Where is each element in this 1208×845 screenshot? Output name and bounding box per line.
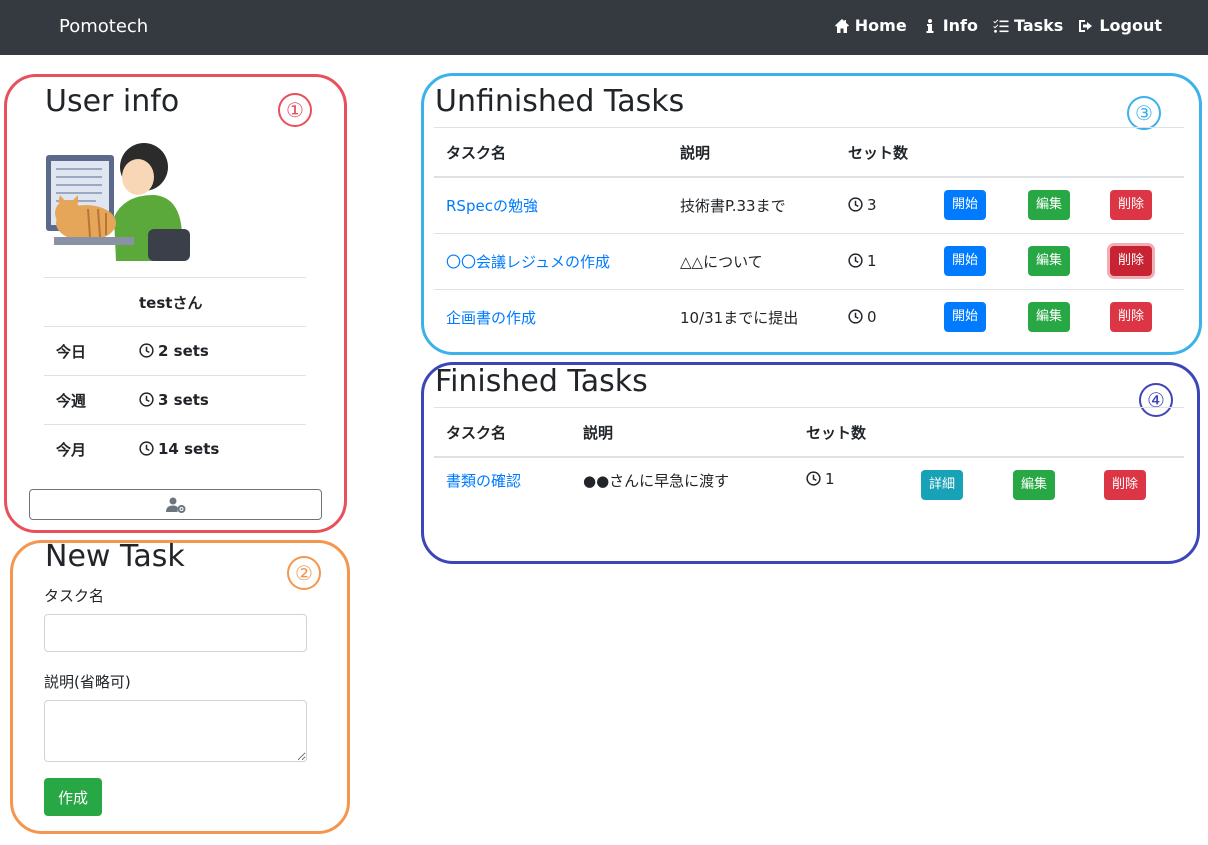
table-header-row: タスク名 説明 セット数 [434, 128, 1184, 178]
task-name-input[interactable] [44, 614, 307, 652]
task-name-label: タスク名 [44, 587, 105, 605]
username-row: testさん [44, 277, 306, 327]
clock-icon [848, 253, 863, 268]
table-row: 書類の確認 ●●さんに早急に渡す 1 詳細 編集 削除 [434, 457, 1184, 511]
delete-button[interactable]: 削除 [1110, 302, 1153, 333]
finished-tasks-title: Finished Tasks [435, 364, 648, 399]
stats-label-today: 今日 [44, 326, 139, 376]
task-link[interactable]: 企画書の作成 [446, 309, 536, 327]
nav-links: Home Info Tasks Logout [834, 16, 1162, 35]
table-row: 企画書の作成 10/31までに提出 0 開始 編集 削除 [434, 288, 1184, 345]
user-settings-button[interactable] [29, 489, 322, 520]
task-link[interactable]: RSpecの勉強 [446, 197, 538, 215]
column-header-name: タスク名 [434, 128, 668, 178]
start-button[interactable]: 開始 [944, 190, 987, 221]
user-info-title: User info [45, 84, 180, 119]
edit-button[interactable]: 編集 [1028, 246, 1071, 276]
username: testさん [139, 277, 306, 327]
detail-button[interactable]: 詳細 [921, 470, 964, 500]
column-header-desc: 説明 [571, 408, 794, 458]
stats-row-today: 今日 2 sets [44, 326, 306, 376]
create-task-button[interactable]: 作成 [44, 778, 102, 816]
start-button[interactable]: 開始 [944, 302, 987, 333]
task-sets: 1 [825, 470, 835, 488]
task-sets: 1 [867, 252, 877, 270]
table-header-row: タスク名 説明 セット数 [434, 408, 1184, 458]
task-desc-textarea[interactable] [44, 700, 307, 762]
clock-icon [806, 471, 821, 486]
nav-tasks-label: Tasks [1013, 16, 1064, 35]
logout-icon [1079, 19, 1093, 32]
task-desc: △△について [668, 232, 836, 289]
unfinished-tasks-table: タスク名 説明 セット数 RSpecの勉強 技術書P.33まで 3 開始 編集 … [434, 128, 1184, 345]
brand-logo[interactable]: Pomotech [59, 16, 148, 37]
stats-value-week: 3 sets [158, 391, 209, 409]
home-icon [834, 18, 849, 33]
nav-home[interactable]: Home [834, 16, 907, 35]
info-icon [926, 18, 934, 33]
clock-icon [139, 343, 154, 358]
task-desc: 技術書P.33まで [680, 196, 786, 215]
edit-button[interactable]: 編集 [1013, 470, 1056, 500]
nav-tasks[interactable]: Tasks [993, 16, 1063, 35]
table-row: RSpecの勉強 技術書P.33まで 3 開始 編集 削除 [434, 177, 1184, 233]
annotation-marker-3: ③ [1127, 96, 1161, 130]
task-sets: 0 [867, 308, 877, 327]
edit-button[interactable]: 編集 [1028, 190, 1071, 221]
stats-value-today: 2 sets [158, 342, 209, 360]
stats-value-month: 14 sets [158, 440, 220, 459]
nav-home-label: Home [854, 16, 907, 35]
navbar: Pomotech Home Info Tasks Logout [0, 0, 1208, 55]
task-link[interactable]: 書類の確認 [446, 472, 521, 490]
task-desc-label: 説明(省略可) [44, 673, 131, 691]
unfinished-tasks-title: Unfinished Tasks [435, 84, 685, 119]
nav-logout-label: Logout [1099, 16, 1162, 35]
clock-icon [139, 441, 154, 456]
nav-logout[interactable]: Logout [1078, 16, 1162, 35]
nav-info[interactable]: Info [922, 16, 978, 35]
task-desc: ●●さんに早急に渡す [583, 472, 730, 490]
column-header-sets: セット数 [794, 408, 909, 458]
delete-button[interactable]: 削除 [1110, 190, 1153, 221]
column-header-name: タスク名 [434, 408, 571, 458]
stats-row-month: 今月 14 sets [44, 424, 306, 474]
user-stats-table: testさん 今日 2 sets 今週 3 sets 今月 14 sets [44, 277, 306, 474]
column-header-sets: セット数 [836, 128, 932, 178]
start-button[interactable]: 開始 [944, 246, 987, 276]
avatar [46, 143, 190, 261]
finished-tasks-table: タスク名 説明 セット数 書類の確認 ●●さんに早急に渡す 1 詳細 編集 削除 [434, 408, 1184, 511]
edit-button[interactable]: 編集 [1028, 302, 1071, 333]
task-link[interactable]: 〇〇会議レジュメの作成 [446, 253, 610, 271]
clock-icon [139, 392, 154, 407]
user-cog-icon [165, 497, 185, 513]
nav-info-label: Info [942, 16, 978, 35]
tasks-icon [993, 19, 1009, 33]
new-task-title: New Task [45, 539, 185, 574]
annotation-marker-1: ① [278, 93, 312, 127]
stats-label-week: 今週 [44, 375, 139, 425]
clock-icon [848, 197, 863, 212]
stats-row-week: 今週 3 sets [44, 375, 306, 425]
annotation-marker-2: ② [287, 556, 321, 590]
table-row: 〇〇会議レジュメの作成 △△について 1 開始 編集 削除 [434, 232, 1184, 289]
task-desc: 10/31までに提出 [668, 288, 836, 345]
delete-button[interactable]: 削除 [1104, 470, 1147, 500]
task-sets: 3 [867, 196, 877, 215]
clock-icon [848, 309, 863, 324]
column-header-desc: 説明 [668, 128, 836, 178]
delete-button[interactable]: 削除 [1110, 246, 1153, 276]
stats-label-month: 今月 [44, 424, 139, 474]
